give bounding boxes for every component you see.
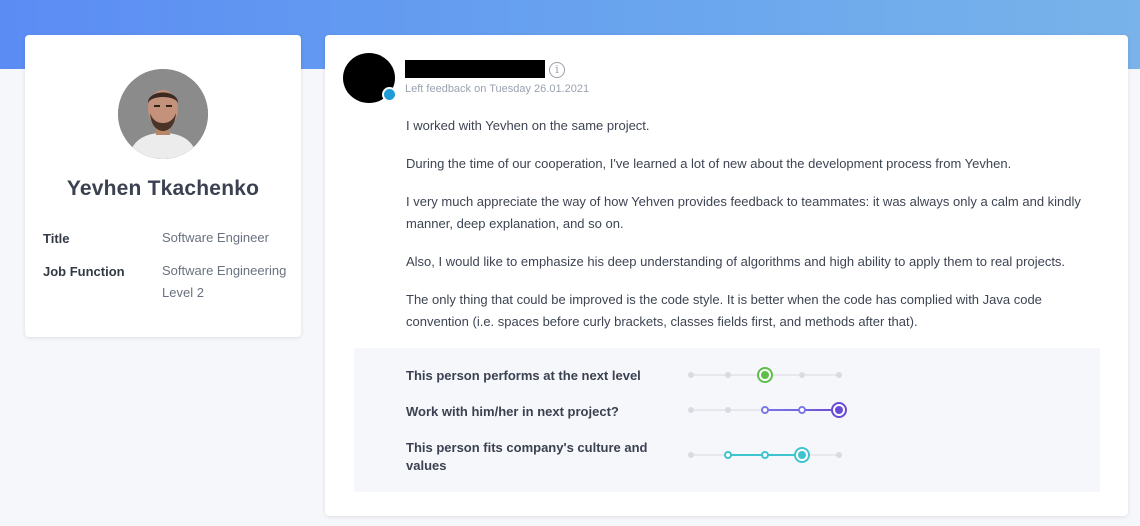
rating-step-dot[interactable] (725, 407, 731, 413)
rating-step-dot[interactable] (688, 407, 694, 413)
rating-selected-dot[interactable] (757, 367, 773, 383)
feedback-paragraph: I worked with Yevhen on the same project… (406, 118, 650, 133)
job-function-value: Software Engineering Level 2 (162, 263, 287, 300)
rating-scale-next-project[interactable] (688, 400, 848, 420)
rating-step-dot[interactable] (688, 452, 694, 458)
rating-label-culture-fit: This person fits company's culture and v… (406, 440, 648, 473)
rating-label-next-project: Work with him/her in next project? (406, 404, 619, 419)
feedback-paragraph: During the time of our cooperation, I've… (406, 156, 1012, 171)
rating-step-dot[interactable] (688, 372, 694, 378)
info-icon[interactable]: i (549, 62, 565, 78)
person-photo-icon (118, 69, 208, 159)
job-function-label: Job Function (43, 264, 125, 279)
title-label: Title (43, 231, 70, 246)
rating-step-dot[interactable] (836, 452, 842, 458)
rating-selected-dot[interactable] (831, 402, 847, 418)
rating-step-dot[interactable] (798, 406, 806, 414)
ratings-panel: This person performs at the next level W… (354, 348, 1100, 492)
rating-step-dot[interactable] (725, 372, 731, 378)
rating-step-dot[interactable] (799, 372, 805, 378)
feedback-date: Left feedback on Tuesday 26.01.2021 (405, 83, 590, 95)
rating-scale-next-level[interactable] (688, 365, 848, 385)
feedback-paragraph: I very much appreciate the way of how Ye… (406, 194, 1081, 231)
rating-step-dot[interactable] (724, 451, 732, 459)
rating-step-dot[interactable] (836, 372, 842, 378)
rating-scale-culture-fit[interactable] (688, 445, 848, 465)
title-value: Software Engineer (162, 230, 269, 245)
rating-step-dot[interactable] (761, 451, 769, 459)
profile-avatar (118, 69, 208, 159)
reviewer-name-redacted[interactable] (405, 60, 545, 78)
profile-name: Yevhen Tkachenko (66, 177, 260, 200)
verified-badge-icon (382, 87, 397, 102)
feedback-card: i Left feedback on Tuesday 26.01.2021 I … (325, 35, 1128, 516)
rating-selected-dot[interactable] (794, 447, 810, 463)
rating-step-dot[interactable] (761, 406, 769, 414)
rating-label-next-level: This person performs at the next level (406, 368, 641, 383)
profile-card: Yevhen Tkachenko Title Software Engineer… (25, 35, 301, 337)
feedback-paragraph: The only thing that could be improved is… (406, 292, 1042, 329)
feedback-text: I worked with Yevhen on the same project… (406, 115, 1106, 349)
feedback-paragraph: Also, I would like to emphasize his deep… (406, 254, 1066, 269)
